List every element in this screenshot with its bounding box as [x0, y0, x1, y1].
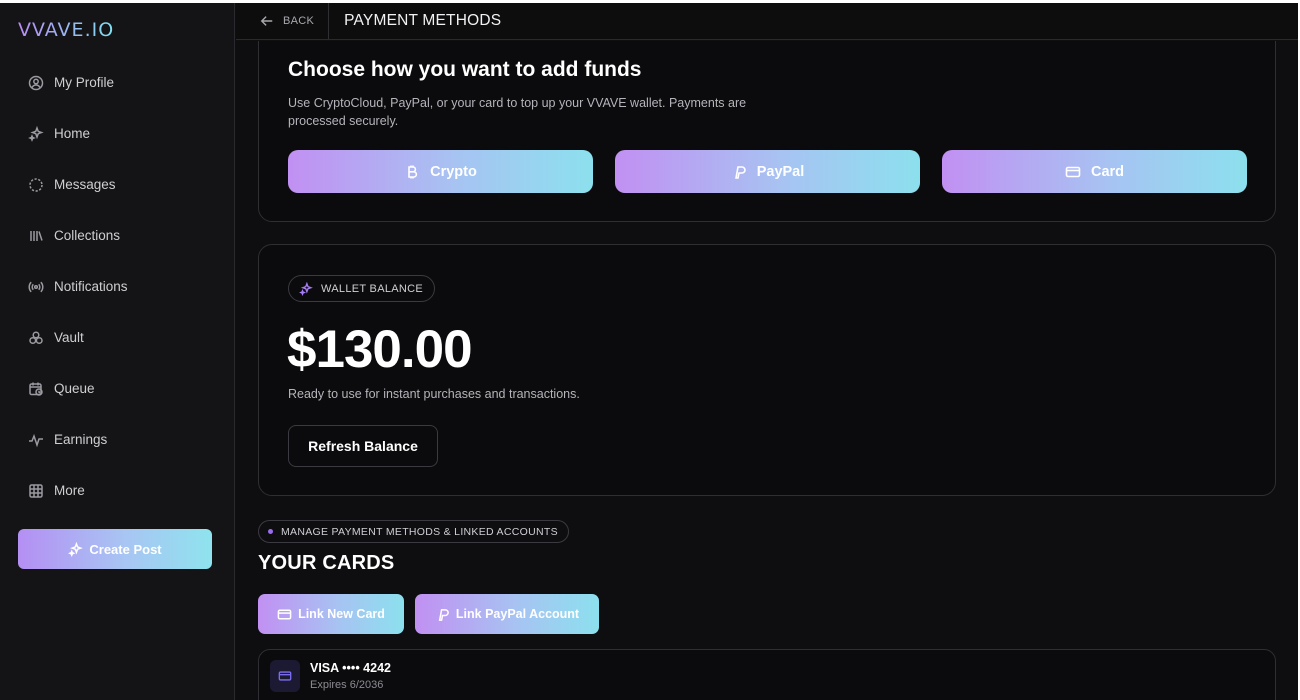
card-thumbnail	[270, 660, 300, 692]
back-button[interactable]: BACK	[260, 3, 330, 39]
crypto-label: Crypto	[430, 163, 477, 180]
sidebar-item-label: Vault	[54, 330, 84, 345]
link-paypal-account-button[interactable]: Link PayPal Account	[415, 594, 599, 634]
bitcoin-icon	[408, 165, 418, 178]
app-logo[interactable]: VVAVE.IO	[18, 17, 114, 43]
sidebar-item-home[interactable]: Home	[0, 108, 234, 159]
vault-circles-icon	[28, 330, 44, 346]
paypal-button[interactable]: PayPal	[615, 150, 920, 193]
app-logo-text: VVAVE.IO	[18, 19, 115, 41]
sidebar-item-label: Earnings	[54, 432, 108, 447]
card-label: Card	[1090, 163, 1125, 180]
sidebar: VVAVE.IO My Profile Home Messages Collec…	[0, 3, 235, 700]
main-content[interactable]: Choose how you want to add funds Use Cry…	[236, 41, 1298, 700]
sidebar-item-notifications[interactable]: Notifications	[0, 261, 234, 312]
sidebar-item-label: Home	[54, 126, 91, 141]
arrow-left-icon	[260, 16, 273, 26]
manage-payment-methods-label: MANAGE PAYMENT METHODS & LINKED ACCOUNTS	[281, 525, 558, 538]
sidebar-item-messages[interactable]: Messages	[0, 159, 234, 210]
sidebar-item-my-profile[interactable]: My Profile	[0, 57, 234, 108]
credit-card-icon	[1065, 166, 1081, 177]
paypal-icon	[438, 608, 449, 621]
calendar-clock-icon	[28, 381, 44, 397]
page-title: PAYMENT METHODS	[344, 12, 502, 29]
add-funds-title: Choose how you want to add funds	[288, 58, 642, 81]
wallet-balance-badge-label: WALLET BALANCE	[321, 282, 424, 295]
sidebar-item-label: My Profile	[54, 75, 115, 90]
sidebar-item-label: Messages	[54, 177, 116, 192]
manage-payment-methods-badge: MANAGE PAYMENT METHODS & LINKED ACCOUNTS	[258, 520, 569, 543]
badge-dot	[268, 529, 273, 534]
top-header: BACK PAYMENT METHODS	[236, 3, 1298, 40]
wallet-balance-amount: $130.00	[287, 320, 473, 379]
broadcast-icon	[28, 279, 44, 295]
paypal-icon	[734, 165, 746, 179]
sidebar-item-vault[interactable]: Vault	[0, 312, 234, 363]
sparkles-icon	[299, 281, 313, 296]
card-button[interactable]: Card	[942, 150, 1247, 193]
card-name: VISA •••• 4242	[310, 661, 391, 675]
sidebar-item-label: Queue	[54, 381, 95, 396]
sidebar-item-label: More	[54, 483, 85, 498]
add-funds-card: Choose how you want to add funds Use Cry…	[258, 41, 1276, 222]
back-label: BACK	[283, 15, 315, 27]
wallet-balance-badge: WALLET BALANCE	[288, 275, 436, 302]
user-circle-icon	[28, 75, 44, 91]
sidebar-nav: My Profile Home Messages Collections Not…	[0, 57, 234, 516]
create-post-label: Create Post	[89, 541, 162, 557]
sidebar-item-collections[interactable]: Collections	[0, 210, 234, 261]
pulse-icon	[28, 432, 44, 448]
sidebar-item-queue[interactable]: Queue	[0, 363, 234, 414]
create-post-button[interactable]: Create Post	[18, 529, 212, 569]
sidebar-item-label: Collections	[54, 228, 121, 243]
wallet-balance-description: Ready to use for instant purchases and t…	[288, 387, 580, 401]
message-circle-icon	[28, 177, 44, 193]
sparkles-icon	[68, 541, 84, 557]
sparkles-icon	[28, 125, 44, 142]
your-cards-title: YOUR CARDS	[258, 552, 395, 574]
wallet-balance-card: WALLET BALANCE $130.00 Ready to use for …	[258, 244, 1276, 496]
paypal-label: PayPal	[756, 163, 805, 180]
link-new-card-label: Link New Card	[298, 607, 385, 621]
sidebar-item-earnings[interactable]: Earnings	[0, 414, 234, 465]
library-icon	[28, 228, 44, 244]
sidebar-item-more[interactable]: More	[0, 465, 234, 516]
refresh-balance-label: Refresh Balance	[308, 438, 418, 454]
crypto-button[interactable]: Crypto	[288, 150, 593, 193]
refresh-balance-button[interactable]: Refresh Balance	[288, 425, 438, 467]
link-paypal-account-label: Link PayPal Account	[455, 607, 580, 621]
link-new-card-button[interactable]: Link New Card	[258, 594, 404, 634]
saved-card-row[interactable]: VISA •••• 4242 Expires 6/2036	[258, 649, 1276, 700]
credit-card-icon	[278, 671, 292, 681]
credit-card-icon	[277, 609, 292, 619]
card-expiry: Expires 6/2036	[310, 679, 384, 691]
add-funds-description: Use CryptoCloud, PayPal, or your card to…	[288, 96, 747, 128]
sidebar-item-label: Notifications	[54, 279, 128, 294]
grid-icon	[28, 483, 44, 499]
